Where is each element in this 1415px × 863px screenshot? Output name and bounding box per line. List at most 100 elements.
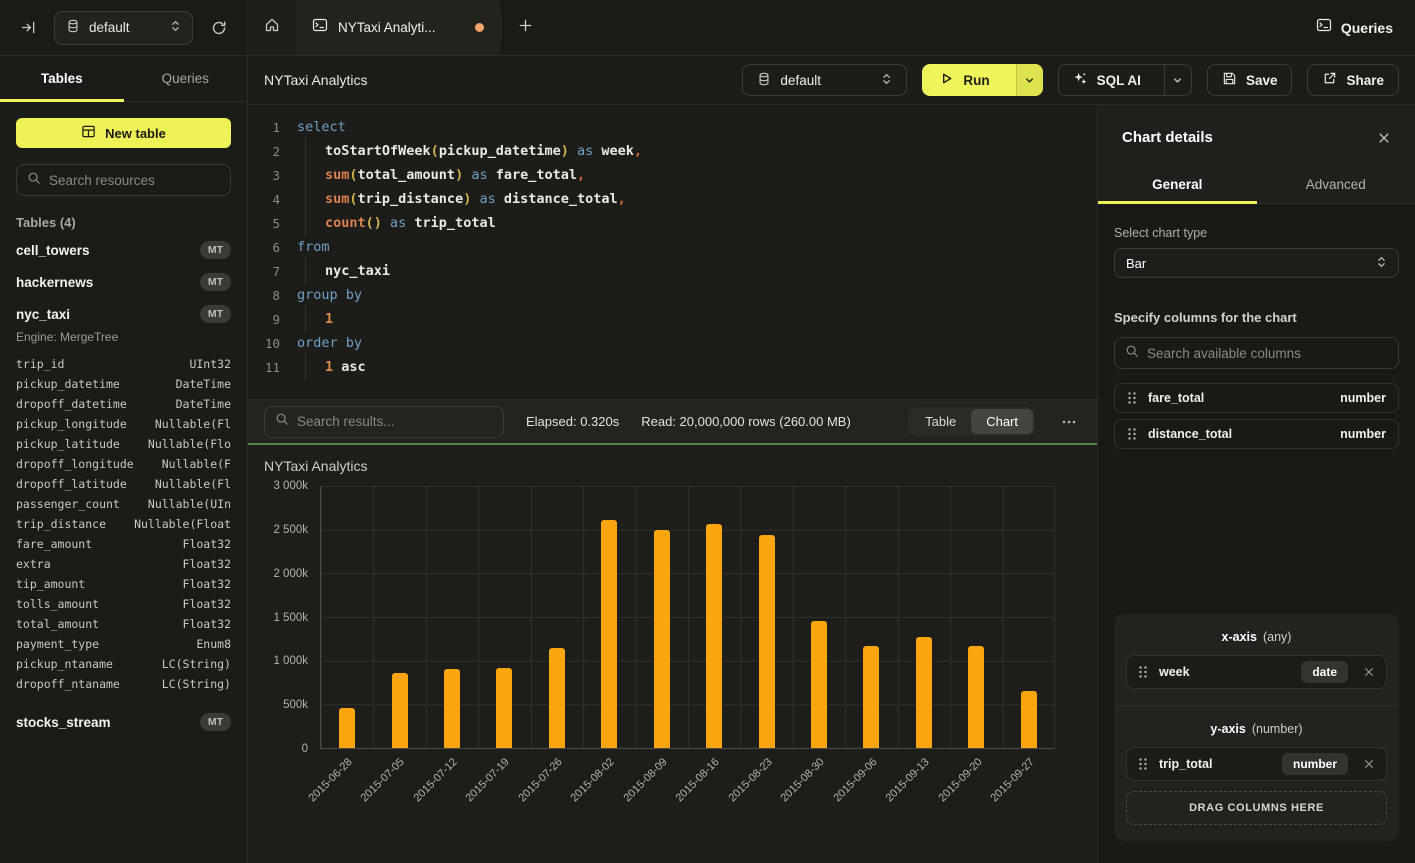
drag-handle-icon[interactable] [1127,427,1137,441]
column-type: Nullable(Fl [155,474,231,494]
column-row: pickup_datetimeDateTime [16,374,231,394]
sql-editor[interactable]: 1select2toStartOfWeek(pickup_datetime) a… [248,105,1097,399]
available-column-chip[interactable]: fare_totalnumber [1114,383,1399,413]
y-tick-label: 2 000k [273,568,308,580]
search-icon [1125,344,1139,363]
toggle-chart[interactable]: Chart [971,409,1033,434]
table-row[interactable]: hackernewsMT [0,266,247,298]
chart-bar[interactable] [1021,691,1037,748]
collapse-sidebar-icon[interactable] [14,14,42,42]
home-tab[interactable] [248,0,296,55]
chart-bar[interactable] [392,673,408,748]
column-name: passenger_count [16,494,120,514]
line-number: 5 [248,216,280,231]
toggle-table[interactable]: Table [910,409,971,434]
chart-type-select[interactable]: Bar [1114,248,1399,278]
sidebar-search-input[interactable] [49,173,220,188]
new-tab-button[interactable] [501,0,549,55]
sql-token: () [366,215,382,231]
sql-token: from [297,239,330,255]
y-axis-hint: (number) [1252,722,1303,736]
chart-bar[interactable] [601,520,617,748]
sql-token: trip_distance [358,191,464,207]
tables-list: cell_towersMThackernewsMTnyc_taxiMTEngin… [0,234,247,863]
share-button[interactable]: Share [1307,64,1399,96]
query-database-selector[interactable]: default [742,64,907,96]
editor-line: 7nyc_taxi [248,259,1097,283]
sidebar: Tables Queries New table Tables (4) cell… [0,56,248,863]
share-icon [1322,71,1337,89]
main-column: 1select2toStartOfWeek(pickup_datetime) a… [248,105,1097,863]
updown-chevron-icon [1376,255,1387,272]
chart-bar[interactable] [444,669,460,748]
sql-ai-button-main[interactable]: SQL AI [1059,65,1155,95]
column-type: Nullable(Fl [155,414,231,434]
axis-chip-name: week [1159,665,1190,679]
chart-bar[interactable] [496,668,512,748]
terminal-icon [1316,17,1332,38]
bar-slot [636,486,688,748]
drag-handle-icon[interactable] [1138,665,1148,679]
chart-bar[interactable] [654,530,670,748]
column-row: pickup_ntanameLC(String) [16,654,231,674]
query-tab[interactable]: NYTaxi Analyti... [296,0,500,55]
indent-guide [297,187,325,211]
available-column-chip[interactable]: distance_totalnumber [1114,419,1399,449]
column-type: Nullable(UIn [148,494,231,514]
chart-type-label: Select chart type [1114,226,1399,240]
remove-column-icon[interactable] [1363,666,1375,678]
new-table-button-label: New table [105,126,166,141]
column-name: extra [16,554,51,574]
column-chip-name: distance_total [1148,427,1232,441]
drag-columns-dropzone[interactable]: DRAG COLUMNS HERE [1126,791,1387,825]
code-line: nyc_taxi [297,259,390,283]
table-row[interactable]: stocks_streamMT [0,706,247,738]
x-tick-label: 2015-06-28 [306,756,354,804]
editor-line: 91 [248,307,1097,331]
drag-handle-icon[interactable] [1138,757,1148,771]
chart-details-header: Chart details General Advanced [1098,105,1415,204]
table-row[interactable]: nyc_taxiMT [0,298,247,330]
chart-bar[interactable] [916,637,932,748]
chart-bar[interactable] [549,648,565,748]
drag-handle-icon[interactable] [1127,391,1137,405]
y-axis-column-chip[interactable]: trip_totalnumber [1126,747,1387,781]
close-icon[interactable] [1377,131,1391,145]
table-row[interactable]: cell_towersMT [0,234,247,266]
refresh-icon[interactable] [205,14,233,42]
plus-icon [518,16,533,39]
sql-token: as [569,143,602,159]
code-line: sum(trip_distance) as distance_total, [297,187,626,211]
chart-bar[interactable] [863,646,879,748]
run-options-caret[interactable] [1016,64,1043,96]
x-axis-items: weekdate [1126,655,1387,689]
sidebar-search [16,164,231,196]
sidebar-tab-queries[interactable]: Queries [124,56,248,101]
column-name: pickup_datetime [16,374,120,394]
code-line: order by [297,331,362,355]
tab-advanced[interactable]: Advanced [1257,166,1415,203]
sql-token: , [634,143,642,159]
sql-ai-caret[interactable] [1164,65,1191,95]
column-type: Nullable(Flo [148,434,231,454]
sidebar-tab-tables[interactable]: Tables [0,56,124,101]
chart-bar[interactable] [339,708,355,748]
chart-bar[interactable] [706,524,722,748]
x-axis-column-chip[interactable]: weekdate [1126,655,1387,689]
new-table-button[interactable]: New table [16,118,231,148]
chart-bar[interactable] [759,535,775,748]
chart-bar[interactable] [811,621,827,749]
tab-general[interactable]: General [1098,166,1257,203]
queries-button[interactable]: Queries [1316,0,1415,55]
run-button-main[interactable]: Run [922,64,1006,96]
updown-chevron-icon [170,19,181,36]
column-row: dropoff_ntanameLC(String) [16,674,231,694]
database-selector[interactable]: default [54,11,193,45]
remove-column-icon[interactable] [1363,758,1375,770]
save-button[interactable]: Save [1207,64,1293,96]
chart-bar[interactable] [968,646,984,748]
column-row: pickup_longitudeNullable(Fl [16,414,231,434]
more-options-icon[interactable] [1057,414,1081,430]
columns-search-input[interactable] [1147,346,1388,361]
results-search-input[interactable] [297,414,493,429]
